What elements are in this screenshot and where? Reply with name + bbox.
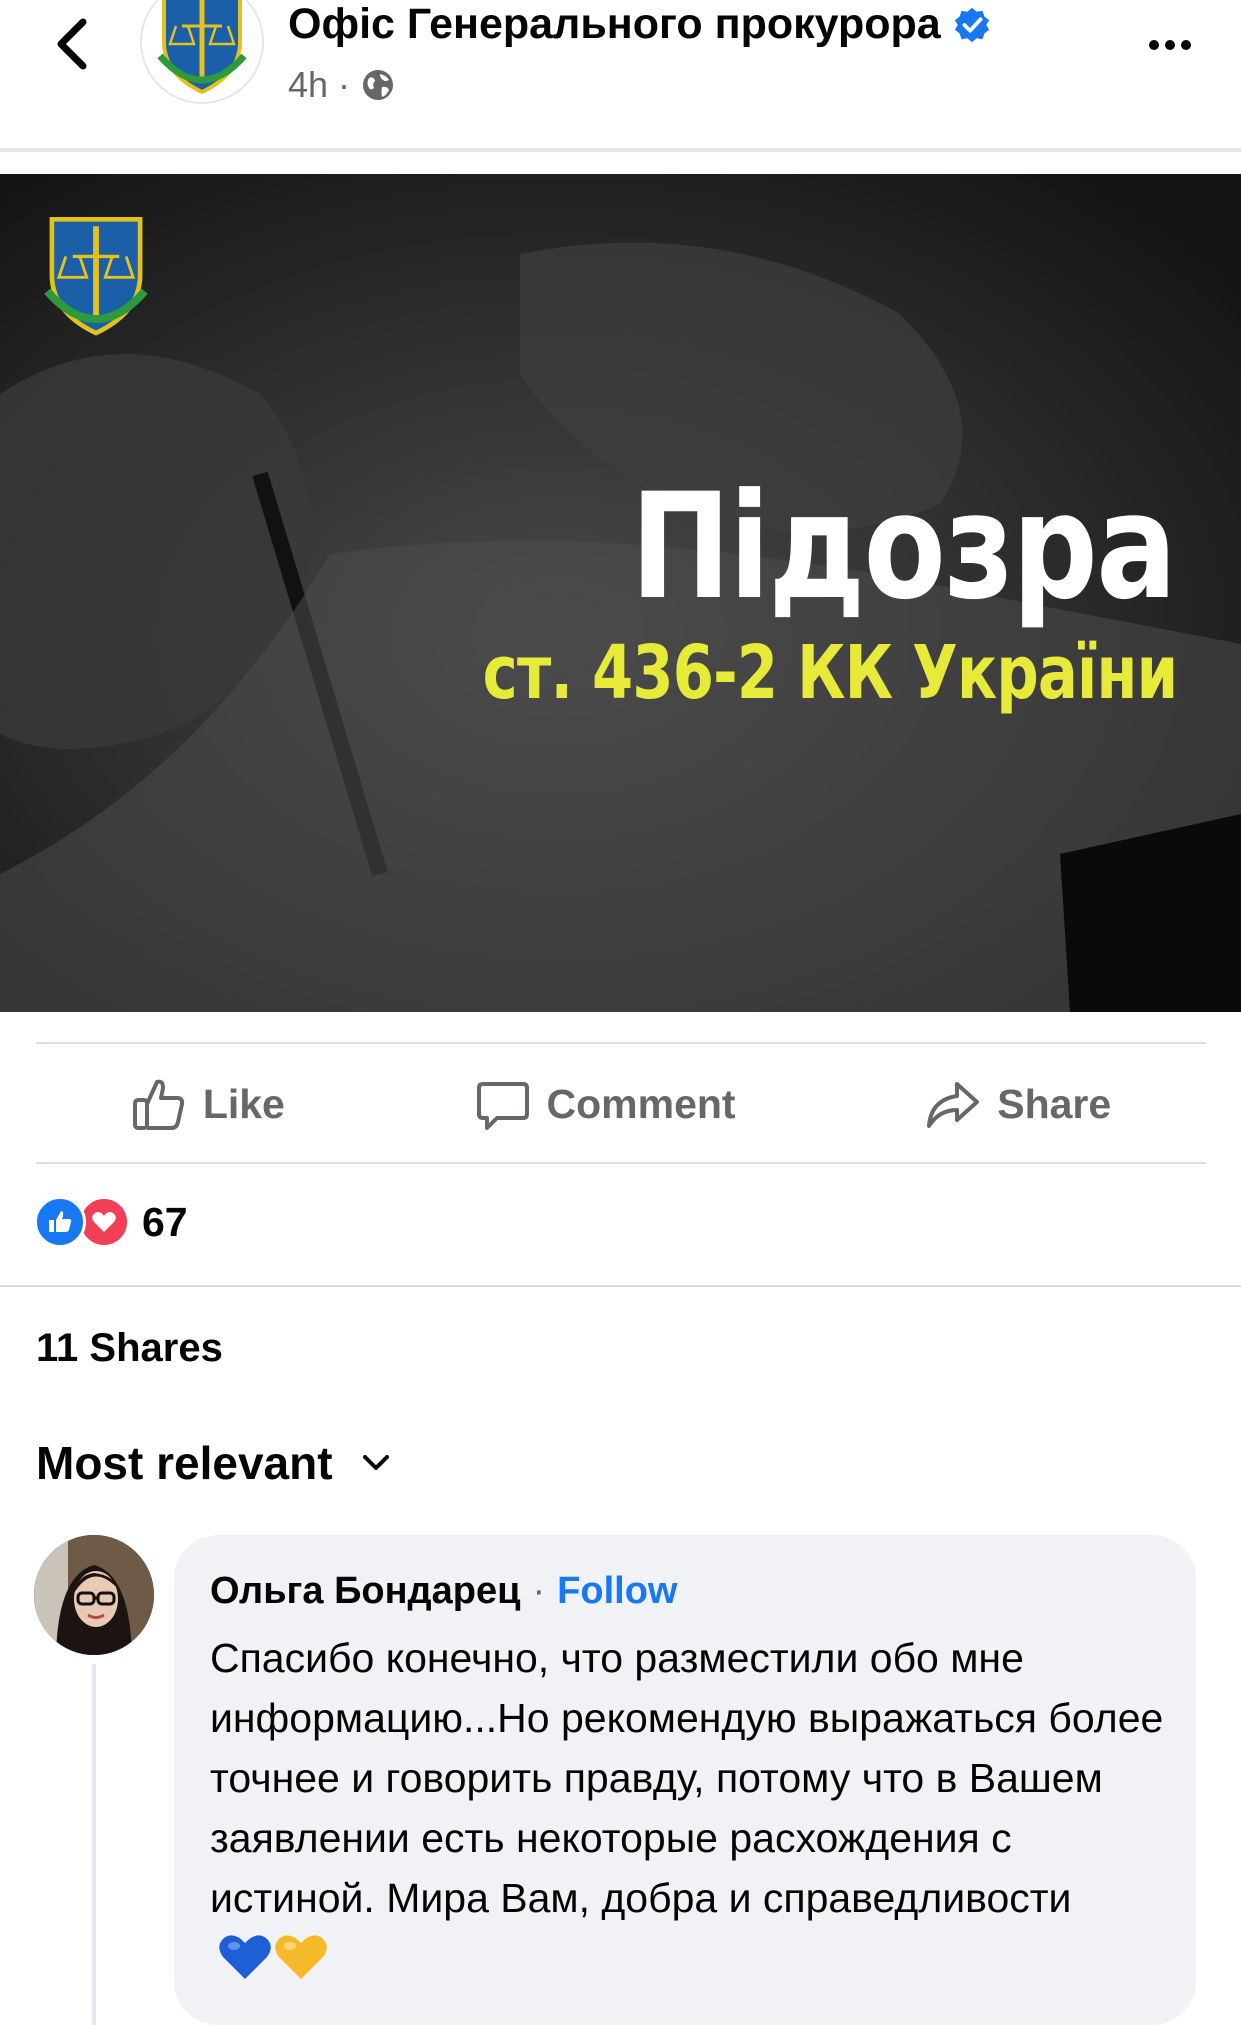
reactions-summary[interactable]: 67 (34, 1196, 188, 1248)
sort-label: Most relevant (36, 1437, 333, 1489)
meta-separator: · (338, 64, 351, 105)
more-horizontal-icon (1149, 40, 1159, 50)
reactions-divider (0, 1285, 1241, 1287)
comment-button[interactable]: Comment (475, 1076, 736, 1132)
page-avatar[interactable] (142, 0, 262, 102)
comment-thread-line (92, 1664, 96, 2025)
comment-icon (476, 1082, 529, 1130)
more-options-button[interactable] (1140, 30, 1200, 60)
post-time[interactable]: 4h (288, 64, 328, 106)
page-name-text[interactable]: Офіс Генерального прокурора (288, 0, 941, 49)
share-label: Share (997, 1080, 1112, 1127)
comment-label: Comment (546, 1080, 736, 1127)
chevron-down-icon (362, 1455, 389, 1470)
post-actions: Like Comment Share (36, 1044, 1206, 1164)
prosecutor-emblem-logo (157, 0, 247, 95)
like-reaction-icon (34, 1196, 86, 1248)
image-headline: Підозра (630, 462, 1176, 632)
shares-count[interactable]: 11 Shares (36, 1326, 223, 1371)
comment-emoji (218, 1932, 328, 1982)
commenter-avatar[interactable] (34, 1535, 154, 1655)
post-header: Офіс Генерального прокурора 4h · (0, 0, 1241, 148)
post-meta: 4h · (288, 64, 396, 106)
share-arrow-icon (927, 1082, 980, 1128)
yellow-heart-icon (275, 1935, 327, 1979)
like-button[interactable]: Like (131, 1076, 285, 1132)
chevron-left-icon (57, 18, 87, 70)
share-button[interactable]: Share (925, 1076, 1111, 1132)
commenter-photo (34, 1535, 154, 1655)
header-divider (0, 148, 1241, 152)
globe-icon (363, 70, 394, 100)
actions-divider-bottom (36, 1162, 1206, 1164)
image-subline: ст. 436-2 КК України (482, 630, 1177, 716)
page-name[interactable]: Офіс Генерального прокурора (288, 0, 991, 49)
comment-separator: · (532, 1570, 546, 1612)
reaction-count: 67 (142, 1198, 188, 1245)
verified-badge-icon (954, 7, 989, 42)
follow-button[interactable]: Follow (557, 1570, 677, 1613)
like-label: Like (202, 1080, 285, 1127)
comment-text: Спасибо конечно, что разместили обо мне … (210, 1635, 1164, 1921)
comment-header: Ольга Бондарец · Follow (210, 1570, 677, 1613)
comment-sort-dropdown[interactable]: Most relevant (36, 1436, 391, 1490)
prosecutor-emblem-logo (44, 216, 148, 336)
blue-heart-icon (219, 1935, 271, 1979)
comment-body: Спасибо конечно, что разместили обо мне … (210, 1628, 1176, 1988)
comment-author[interactable]: Ольга Бондарец (210, 1570, 521, 1613)
back-button[interactable] (44, 8, 100, 80)
post-image[interactable]: Підозра ст. 436-2 КК України (0, 174, 1241, 1012)
thumbs-up-icon (132, 1079, 184, 1130)
